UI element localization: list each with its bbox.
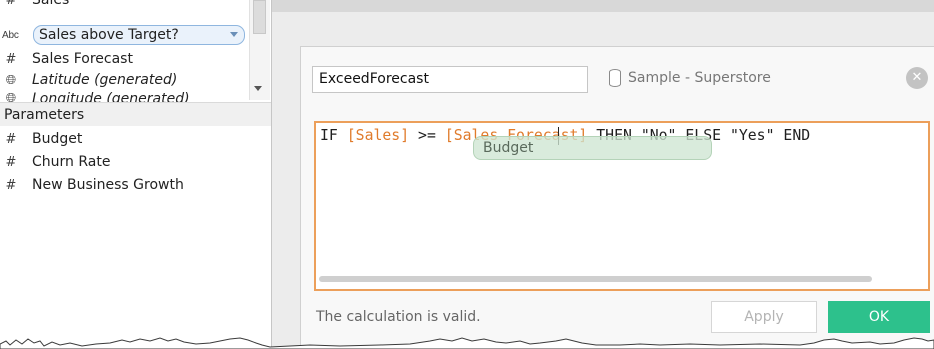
field-item-sales-above-target[interactable]: Abc [0, 24, 30, 46]
number-icon: # [5, 131, 17, 147]
editor-horizontal-scrollbar[interactable] [319, 276, 872, 282]
parameters-header-label: Parameters [4, 106, 85, 123]
field-label: Sales Forecast [32, 51, 133, 67]
parameter-item-new-business-growth[interactable]: # New Business Growth [0, 174, 184, 196]
database-icon [609, 69, 621, 87]
formula-string: "Yes" [729, 127, 775, 144]
number-icon: # [5, 177, 17, 193]
field-item-latitude[interactable]: 🌐︎ Latitude (generated) [0, 69, 178, 91]
fields-scrollbar-thumb[interactable] [253, 0, 266, 34]
formula-keyword: IF [320, 127, 338, 144]
close-icon[interactable]: ✕ [906, 67, 928, 89]
datasource-label: Sample - Superstore [628, 70, 771, 86]
field-label: Sales [32, 0, 70, 8]
validation-status: The calculation is valid. [316, 309, 481, 325]
formula-operator: >= [418, 127, 436, 144]
parameters-header: Parameters [0, 102, 271, 126]
selected-field-pill[interactable]: Sales above Target? [33, 25, 245, 45]
number-icon: # [5, 0, 17, 8]
formula-keyword: END [783, 127, 811, 144]
formula-field-reference: [Sales] [346, 127, 410, 144]
parameter-item-budget[interactable]: # Budget [0, 128, 83, 150]
number-icon: # [5, 51, 17, 67]
calculation-name-input[interactable]: ExceedForecast [312, 66, 588, 93]
chevron-down-icon[interactable] [230, 32, 238, 37]
number-icon: # [5, 154, 17, 170]
field-item-sales[interactable]: # Sales [0, 0, 70, 11]
parameter-label: Budget [32, 131, 83, 147]
ok-button[interactable]: OK [828, 301, 930, 333]
field-label: Latitude (generated) [32, 72, 178, 88]
parameter-item-churn-rate[interactable]: # Churn Rate [0, 151, 111, 173]
data-pane: # Sales Abc Sales above Target? # Sales … [0, 0, 271, 349]
parameter-label: Churn Rate [32, 154, 111, 170]
string-icon: Abc [2, 29, 19, 41]
torn-edge-decoration [0, 337, 934, 349]
workspace-top-bar [272, 0, 934, 12]
field-label: Sales above Target? [39, 27, 179, 43]
globe-icon: 🌐︎ [5, 72, 17, 88]
autocomplete-suggestion[interactable]: Budget [473, 136, 712, 160]
parameter-label: New Business Growth [32, 177, 184, 193]
scroll-down-arrow-icon[interactable] [254, 86, 262, 91]
apply-button[interactable]: Apply [711, 301, 817, 333]
field-item-sales-forecast[interactable]: # Sales Forecast [0, 48, 133, 70]
